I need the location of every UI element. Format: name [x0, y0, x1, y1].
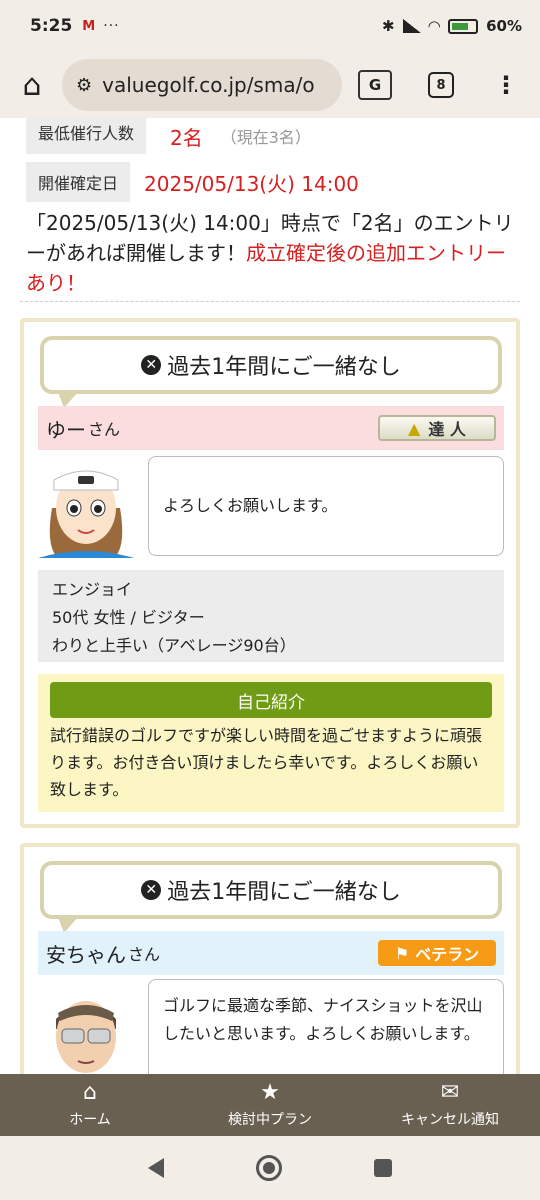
self-intro-title: 自己紹介 — [50, 682, 492, 718]
browser-toolbar: ⌂ ⚙ valuegolf.co.jp/sma/o G 8 ⋮ — [0, 52, 540, 118]
nav-cancel-notice[interactable]: ✉ キャンセル通知 — [360, 1074, 540, 1136]
battery-icon — [448, 18, 479, 34]
close-circle-icon: ✕ — [141, 880, 162, 900]
star-icon: ★ — [260, 1080, 280, 1105]
recents-icon[interactable] — [374, 1159, 392, 1177]
site-bottom-nav: ⌂ ホーム ★ 検討中プラン ✉ キャンセル通知 — [0, 1074, 540, 1136]
house-icon: ⌂ — [83, 1080, 97, 1105]
signal-icon — [402, 19, 421, 33]
min-participants-value: 2名 — [170, 125, 203, 150]
min-participants-row: 最低催行人数 2名 （現在3名） — [26, 118, 311, 154]
nav-plans[interactable]: ★ 検討中プラン — [180, 1074, 360, 1136]
confirm-date-value: 2025/05/13(火) 14:00 — [144, 171, 359, 196]
rank-label: ベテラン — [415, 945, 480, 964]
status-bar: 5:25 M ··· ✱ ◠ 60% — [0, 0, 540, 52]
nav-home-label: ホーム — [69, 1112, 111, 1128]
member-message: よろしくお願いします。 — [148, 456, 504, 556]
confirm-date-row: 開催確定日 2025/05/13(火) 14:00 — [26, 162, 359, 202]
member-profile: エンジョイ 50代 女性 / ビジター わりと上手い（アベレージ90台） — [38, 570, 504, 662]
member-name: 安ちゃん — [46, 942, 126, 967]
home-icon[interactable]: ⌂ — [12, 65, 52, 105]
event-condition-text: 「2025/05/13(火) 14:00」時点で「2名」のエントリーがあれば開催… — [26, 208, 520, 298]
member-card: ✕ 過去1年間にご一緒なし 安ちゃん さん ⚑ ベテラン ゴルフに最適な季節、ナイス… — [20, 843, 520, 1074]
site-settings-icon[interactable]: ⚙ — [76, 75, 92, 96]
rank-badge: ▲ 達 人 — [378, 415, 496, 441]
system-nav-bar — [0, 1136, 540, 1200]
golf-flag-icon: ⚑ — [394, 943, 410, 963]
confirm-date-label: 開催確定日 — [26, 162, 131, 202]
page-content: 最低催行人数 2名 （現在3名） 開催確定日 2025/05/13(火) 14:… — [0, 118, 540, 1074]
member-message-text: ゴルフに最適な季節、ナイスショットを沢山したいと思います。よろしくお願いします。 — [163, 996, 483, 1043]
self-intro-section: 自己紹介 試行錯誤のゴルフですが楽しい時間を過ごせますように頑張ります。お付き合… — [38, 674, 504, 812]
battery-percent: 60% — [486, 17, 522, 35]
nav-plans-label: 検討中プラン — [228, 1112, 312, 1128]
address-bar[interactable]: ⚙ valuegolf.co.jp/sma/o — [62, 59, 342, 111]
member-card: ✕ 過去1年間にご一緒なし ゆー さん ▲ 達 人 よろしくお願いします。 エン… — [20, 318, 520, 828]
self-intro-text: 試行錯誤のゴルフですが楽しい時間を過ごせますように頑張ります。お付き合い頂けまし… — [50, 726, 483, 799]
member-message-text: よろしくお願いします。 — [163, 496, 338, 515]
rank-badge: ⚑ ベテラン — [378, 940, 496, 966]
more-notifications-icon: ··· — [103, 18, 120, 34]
bluetooth-icon: ✱ — [381, 17, 395, 35]
avatar — [38, 458, 134, 558]
member-suffix: さん — [128, 945, 161, 964]
member-suffix: さん — [88, 420, 121, 439]
trophy-icon: ▲ — [408, 418, 421, 438]
mail-icon: ✉ — [440, 1080, 460, 1105]
history-bubble: ✕ 過去1年間にご一緒なし — [40, 861, 502, 933]
avatar — [38, 983, 134, 1074]
history-text: 過去1年間にご一緒なし — [167, 355, 401, 380]
home-circle-icon[interactable] — [256, 1155, 282, 1181]
member-skill: わりと上手い（アベレージ90台） — [52, 636, 296, 655]
gmail-icon: M — [82, 18, 96, 34]
back-icon[interactable] — [148, 1158, 164, 1178]
url-text: valuegolf.co.jp/sma/o — [102, 73, 315, 97]
wifi-icon: ◠ — [428, 17, 441, 35]
current-participants: （現在3名） — [220, 128, 311, 147]
nav-home[interactable]: ⌂ ホーム — [0, 1074, 180, 1136]
tab-switcher-button[interactable]: 8 — [428, 72, 454, 98]
rank-label: 達 人 — [428, 420, 466, 439]
member-name-bar: ゆー さん ▲ 達 人 — [38, 406, 504, 450]
member-name-bar: 安ちゃん さん ⚑ ベテラン — [38, 931, 504, 975]
status-time: 5:25 — [30, 16, 73, 36]
close-circle-icon: ✕ — [141, 355, 162, 375]
history-text: 過去1年間にご一緒なし — [167, 880, 401, 905]
member-message: ゴルフに最適な季節、ナイスショットを沢山したいと思います。よろしくお願いします。 — [148, 979, 504, 1074]
translate-icon[interactable]: G — [358, 70, 392, 100]
history-bubble: ✕ 過去1年間にご一緒なし — [40, 336, 502, 408]
nav-cancel-label: キャンセル通知 — [401, 1112, 499, 1128]
menu-kebab-icon[interactable]: ⋮ — [494, 71, 518, 99]
member-attributes: 50代 女性 / ビジター — [52, 608, 205, 627]
divider — [20, 301, 520, 302]
play-style: エンジョイ — [52, 580, 133, 599]
member-name: ゆー — [46, 417, 86, 442]
min-participants-label: 最低催行人数 — [26, 118, 147, 154]
